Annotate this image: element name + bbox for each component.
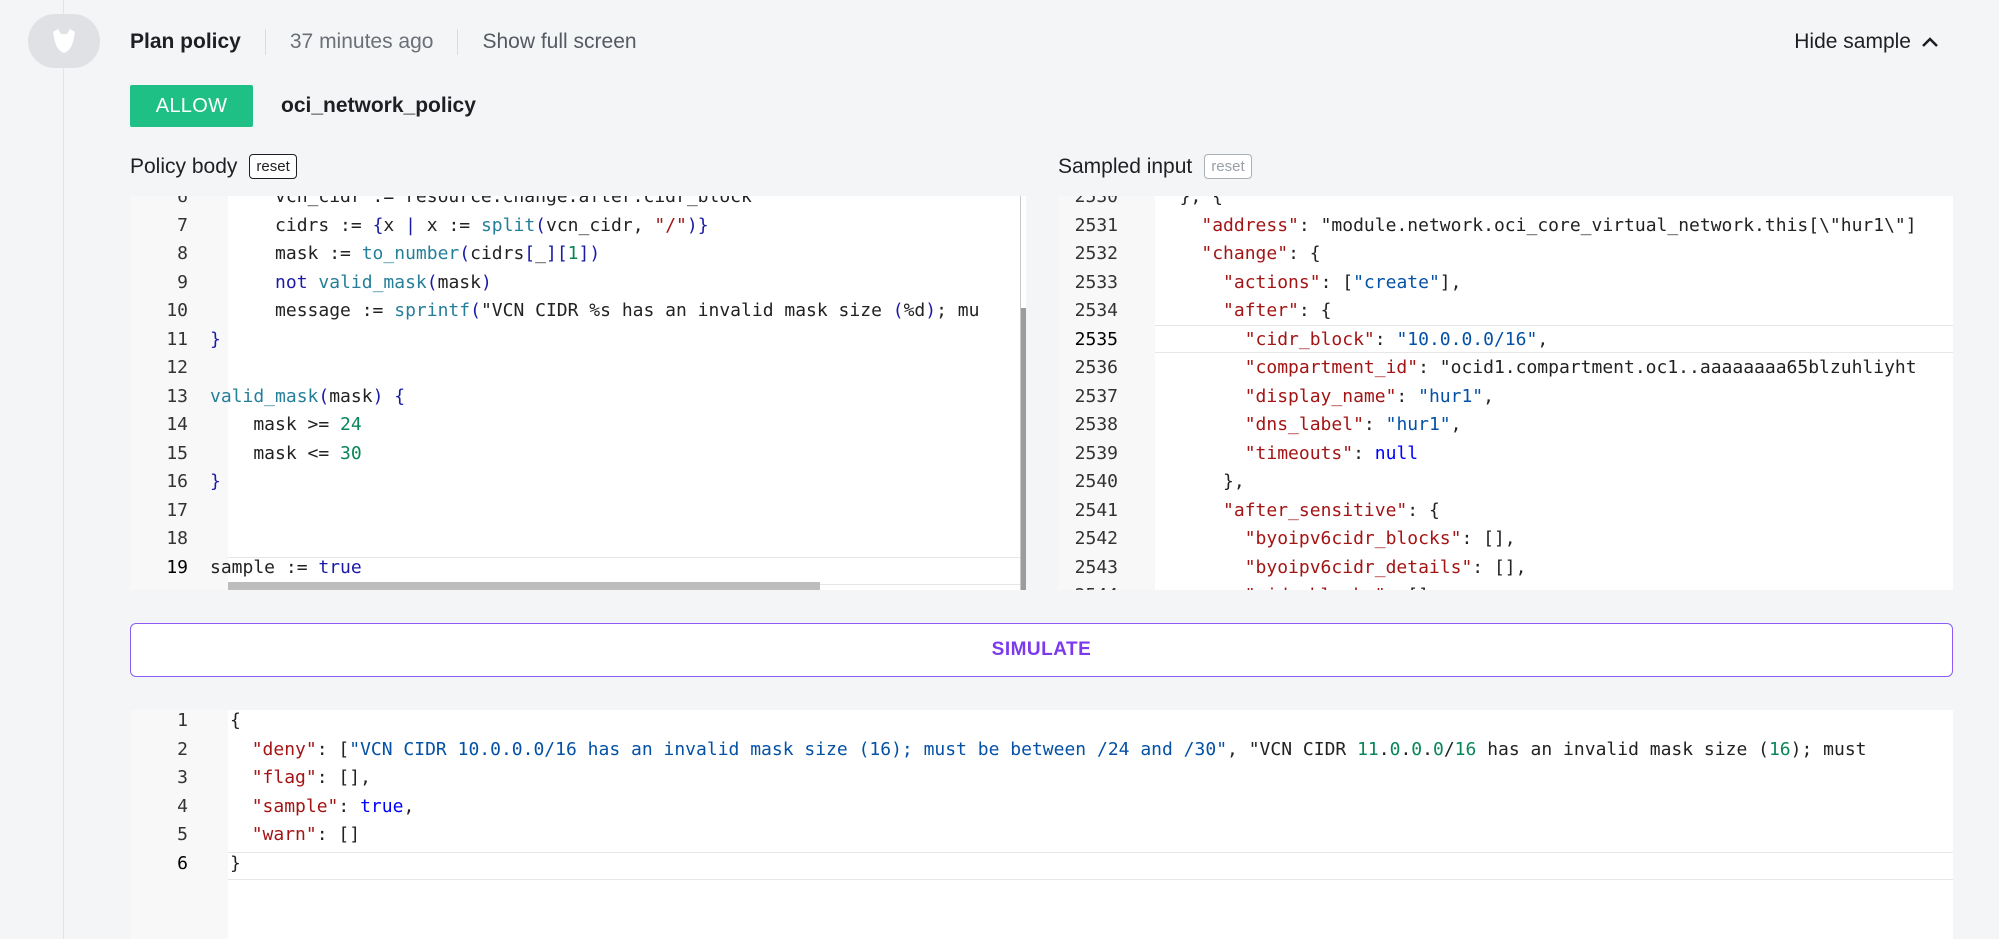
code-line: message := sprintf("VCN CIDR %s has an i…	[210, 300, 980, 321]
line-number: 2	[177, 738, 188, 760]
line-number: 2540	[1074, 471, 1118, 492]
vertical-scrollbar[interactable]	[1020, 196, 1026, 590]
line-number: 2541	[1074, 499, 1118, 521]
code-line: mask >= 24	[210, 414, 362, 435]
line-number: 16	[166, 471, 188, 492]
line-number: 2538	[1074, 414, 1118, 435]
code-line: "deny": ["VCN CIDR 10.0.0.0/16 has an in…	[251, 738, 1867, 760]
code-line: },	[1158, 471, 1245, 492]
line-number: 2536	[1074, 357, 1118, 378]
chevron-up-icon	[1922, 37, 1938, 47]
left-rail	[0, 0, 100, 939]
code-line: "actions": ["create"],	[1223, 271, 1462, 293]
code-line: valid_mask(mask) {	[210, 385, 406, 407]
policy-editor[interactable]: 6 vcn_cidr := resource.change.after.cidr…	[130, 196, 1026, 590]
line-number: 2533	[1074, 271, 1118, 293]
code-line: }	[230, 852, 241, 874]
code-line: "sample": true,	[251, 795, 415, 817]
sampled-input-header: Sampled input reset	[1058, 154, 1252, 179]
code-line: "after": {	[1223, 300, 1332, 321]
output-editor[interactable]: 1 {2 "deny": ["VCN CIDR 10.0.0.0/16 has a…	[130, 710, 1953, 939]
sampled-input-label: Sampled input	[1058, 154, 1193, 178]
code-line: not valid_mask(mask)	[275, 271, 492, 293]
code-line: }	[210, 471, 221, 492]
line-number: 19	[166, 556, 188, 578]
line-number: 15	[166, 442, 188, 464]
line-number: 2539	[1074, 442, 1118, 464]
code-line: "after_sensitive": {	[1223, 499, 1440, 521]
divider	[457, 29, 459, 55]
line-number: 14	[166, 414, 188, 435]
horizontal-scrollbar[interactable]	[228, 582, 820, 590]
line-number: 1	[177, 710, 188, 731]
line-number: 4	[177, 795, 188, 817]
timestamp: 37 minutes ago	[289, 30, 434, 53]
line-number: 18	[166, 528, 188, 549]
line-number: 6	[177, 852, 188, 874]
code-line: vcn_cidr := resource.change.after.cidr_b…	[210, 196, 752, 207]
code-line: "address": "module.network.oci_core_virt…	[1201, 214, 1917, 236]
line-number: 2543	[1074, 556, 1118, 578]
line-number: 9	[177, 271, 188, 293]
line-number: 7	[177, 214, 188, 236]
code-line: {	[230, 710, 241, 731]
line-number: 2537	[1074, 385, 1118, 407]
code-line: "change": {	[1201, 243, 1321, 264]
code-line: "byoipv6cidr_blocks": [],	[1244, 528, 1516, 549]
line-number: 10	[166, 300, 188, 321]
code-line: "cidr_blocks": []	[1158, 585, 1429, 590]
app-logo[interactable]	[28, 14, 100, 68]
hide-sample-button[interactable]: Hide sample	[1794, 30, 1939, 54]
page-title: Plan policy	[130, 30, 241, 53]
code-line: "warn": []	[251, 824, 361, 845]
hide-sample-label: Hide sample	[1794, 30, 1911, 53]
code-line: }	[210, 328, 221, 350]
line-number: 2544	[1058, 585, 1118, 590]
line-number: 2542	[1074, 528, 1118, 549]
line-number: 17	[166, 499, 188, 521]
code-line: mask <= 30	[210, 442, 362, 464]
show-full-screen-link[interactable]: Show full screen	[482, 30, 636, 54]
code-line: }, {	[1158, 196, 1224, 207]
code-line: "timeouts": null	[1244, 442, 1419, 464]
code-line: "flag": [],	[251, 767, 371, 788]
header: Plan policy 37 minutes ago Show full scr…	[130, 22, 1939, 62]
sample-reset-button[interactable]: reset	[1204, 154, 1252, 179]
sampled-input-editor[interactable]: 2530 }, { 2531 "address": "module.network…	[1058, 196, 1953, 590]
code-line: "cidr_block": "10.0.0.0/16",	[1244, 328, 1549, 350]
code-line: "display_name": "hur1",	[1244, 385, 1494, 407]
policy-reset-button[interactable]: reset	[249, 154, 297, 179]
line-number: 5	[177, 824, 188, 845]
policy-body-label: Policy body	[130, 154, 238, 178]
line-number: 13	[166, 385, 188, 407]
allow-badge: ALLOW	[130, 85, 253, 127]
line-number: 2534	[1074, 300, 1118, 321]
code-line: "compartment_id": "ocid1.compartment.oc1…	[1244, 357, 1917, 378]
line-number: 3	[177, 767, 188, 788]
line-number: 6	[177, 196, 188, 207]
code-line: mask := to_number(cidrs[_][1])	[210, 243, 601, 264]
line-number: 2530	[1074, 196, 1118, 207]
divider	[264, 29, 266, 55]
shield-logo-icon	[53, 29, 75, 53]
line-number: 2532	[1074, 243, 1118, 264]
line-number: 2535	[1074, 328, 1118, 350]
policy-name: oci_network_policy	[281, 94, 476, 117]
code-line: "dns_label": "hur1",	[1244, 414, 1462, 435]
code-line: cidrs := {x | x := split(vcn_cidr, "/")}	[210, 214, 709, 236]
line-number: 8	[177, 243, 188, 264]
line-number: 12	[166, 357, 188, 378]
active-line-highlight	[228, 852, 1953, 880]
line-number: 11	[166, 328, 188, 350]
policy-body-header: Policy body reset	[130, 154, 297, 179]
simulate-button[interactable]: SIMULATE	[130, 623, 1953, 677]
code-line: sample := true	[210, 556, 362, 578]
decision-row: ALLOW oci_network_policy	[130, 85, 476, 127]
line-number: 2531	[1074, 214, 1118, 236]
code-line: "byoipv6cidr_details": [],	[1244, 556, 1527, 578]
